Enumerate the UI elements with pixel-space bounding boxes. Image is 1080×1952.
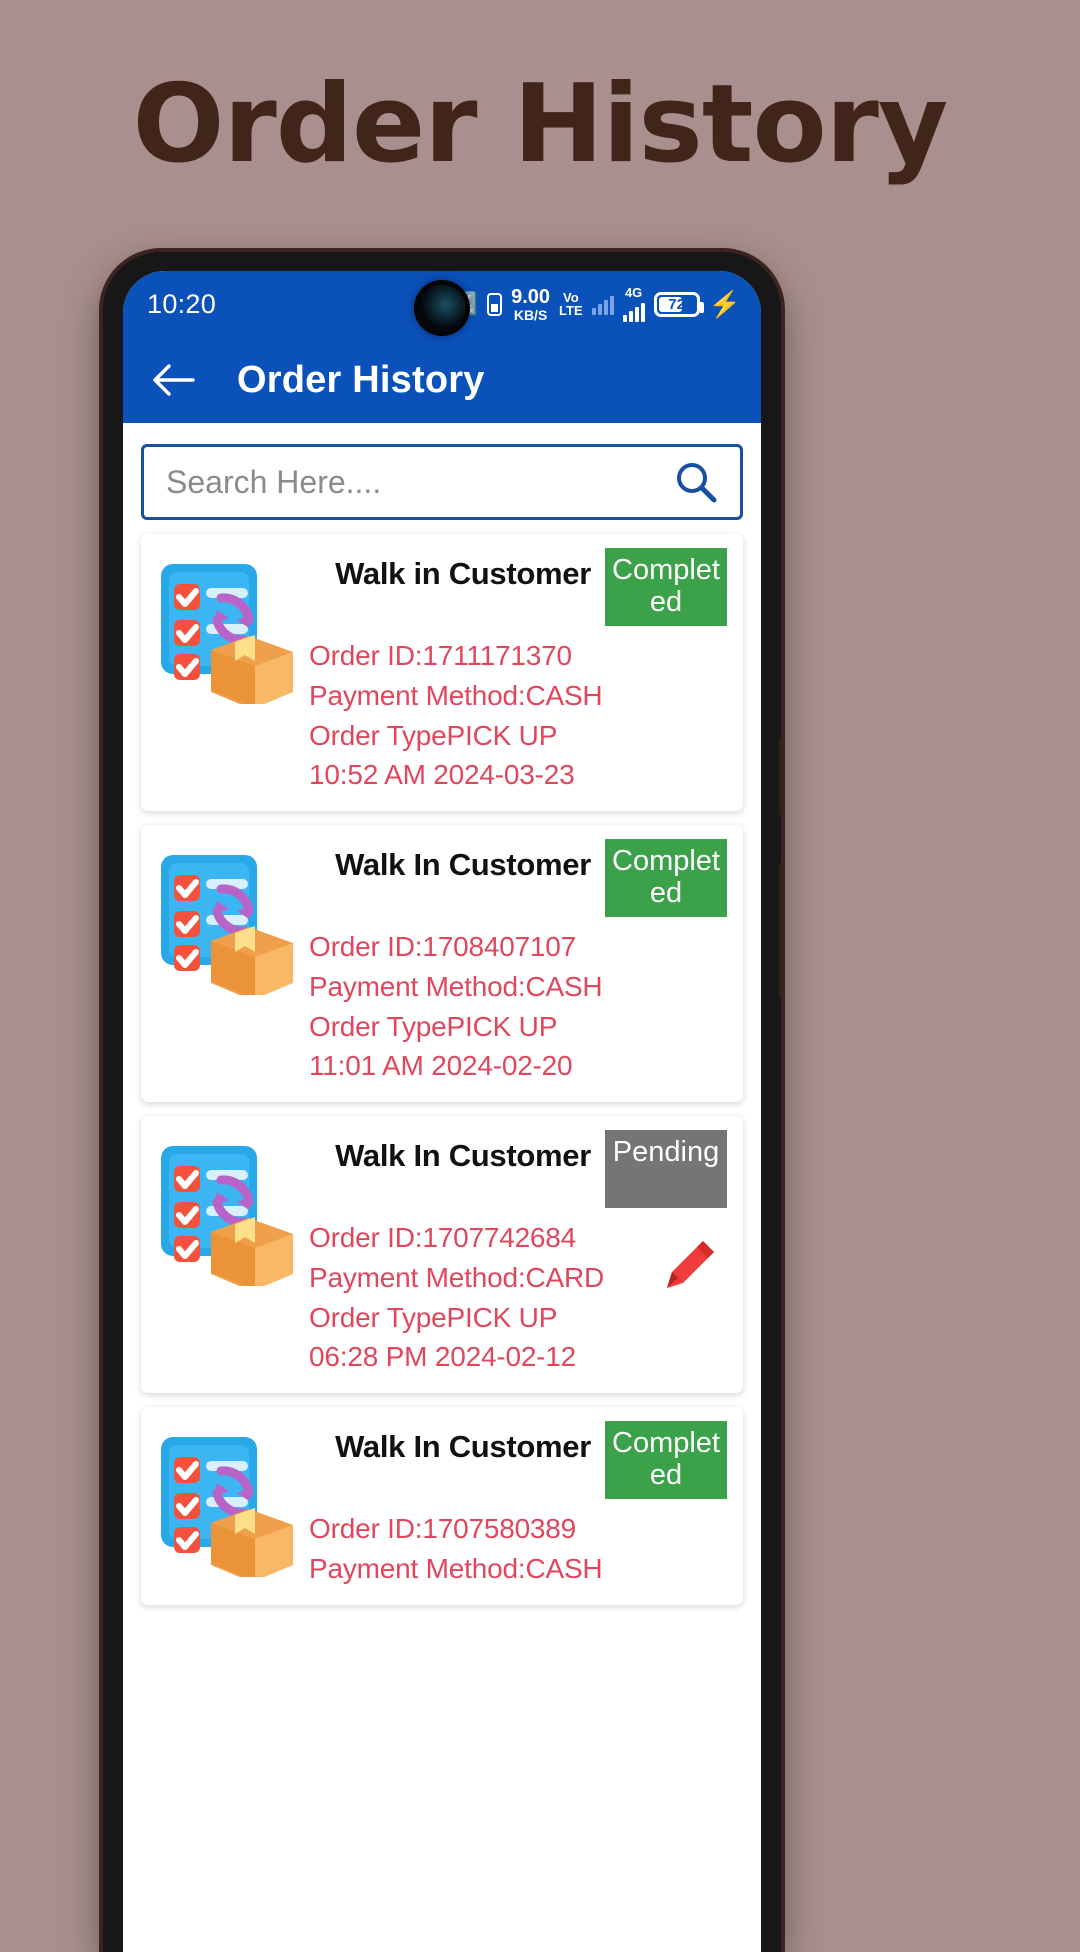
order-header: Walk In Customer Completed xyxy=(309,839,727,917)
customer-name: Walk In Customer xyxy=(335,1138,591,1173)
order-meta: Order ID:1711171370 Payment Method:CASH Or… xyxy=(309,636,727,795)
order-card[interactable]: Walk in Customer Completed Order ID:1711… xyxy=(141,534,743,811)
order-card[interactable]: Walk In Customer Completed Order ID:1707… xyxy=(141,1407,743,1605)
order-id-text: Order ID:1708407107 xyxy=(309,931,577,962)
order-card[interactable]: Walk In Customer Pending Order ID:170774… xyxy=(141,1116,743,1393)
order-thumbnail xyxy=(149,548,305,709)
power-button[interactable] xyxy=(778,862,781,998)
order-card[interactable]: Walk In Customer Completed Order ID:1708… xyxy=(141,825,743,1102)
page-title: Order History xyxy=(132,62,949,187)
phone-screen: 10:20 🔣 9.00 KB/S Vo LTE 4G xyxy=(123,271,761,1952)
customer-name: Walk In Customer xyxy=(335,1429,591,1464)
app-bar-title: Order History xyxy=(237,358,485,401)
order-id-text: Order ID:1711171370 xyxy=(309,640,572,671)
data-rate-indicator: 9.00 KB/S xyxy=(511,285,551,323)
order-timestamp-text: 10:52 AM 2024-03-23 xyxy=(309,759,575,791)
order-checklist-icon xyxy=(161,855,293,999)
phone-frame: 10:20 🔣 9.00 KB/S Vo LTE 4G xyxy=(103,252,781,1952)
status-bar: 10:20 🔣 9.00 KB/S Vo LTE 4G xyxy=(123,271,761,337)
back-button[interactable] xyxy=(149,356,197,404)
app-bar: Order History xyxy=(123,337,761,423)
edit-order-button[interactable] xyxy=(659,1234,721,1296)
payment-method-text: Payment Method:CASH xyxy=(309,679,603,711)
customer-name: Walk In Customer xyxy=(335,847,591,882)
order-checklist-icon xyxy=(161,1437,293,1581)
order-details: Walk In Customer Pending Order ID:170774… xyxy=(305,1130,727,1377)
order-meta: Order ID:1707580389 Payment Method:CASH xyxy=(309,1509,727,1589)
order-thumbnail xyxy=(149,839,305,1000)
status-clock: 10:20 xyxy=(147,288,217,319)
status-icons: 🔣 9.00 KB/S Vo LTE 4G xyxy=(451,286,741,322)
volume-button[interactable] xyxy=(778,738,781,816)
order-meta: Order ID:1708407107 Payment Method:CASH Or… xyxy=(309,927,727,1086)
payment-method-text: Payment Method:CASH xyxy=(309,1552,603,1584)
charging-bolt-icon: ⚡ xyxy=(708,289,741,319)
customer-name: Walk in Customer xyxy=(335,556,591,591)
search-input[interactable] xyxy=(166,463,674,501)
order-header: Walk In Customer Completed xyxy=(309,1421,727,1499)
status-badge: Completed xyxy=(605,548,727,626)
front-camera-punch-hole xyxy=(419,285,465,331)
signal-bars-sim1-icon xyxy=(591,293,614,315)
order-type-text: Order TypePICK UP xyxy=(309,719,558,751)
order-list: Walk in Customer Completed Order ID:1711… xyxy=(123,520,761,1605)
volte-icon: Vo LTE xyxy=(559,290,583,318)
status-badge: Pending xyxy=(605,1130,727,1208)
back-arrow-icon xyxy=(153,364,195,396)
payment-method-text: Payment Method:CASH xyxy=(309,970,603,1002)
order-timestamp-text: 06:28 PM 2024-02-12 xyxy=(309,1341,577,1373)
status-badge: Completed xyxy=(605,839,727,917)
bluetooth-device-battery-icon xyxy=(487,292,503,316)
order-details: Walk In Customer Completed Order ID:1707… xyxy=(305,1421,727,1589)
screen-content: Walk in Customer Completed Order ID:1711… xyxy=(123,423,761,1952)
search-box[interactable] xyxy=(141,444,743,520)
status-badge: Completed xyxy=(605,1421,727,1499)
order-checklist-icon xyxy=(161,1146,293,1290)
order-thumbnail xyxy=(149,1421,305,1582)
edit-pencil-icon[interactable] xyxy=(659,1234,721,1296)
search-icon[interactable] xyxy=(674,460,718,504)
order-header: Walk In Customer Pending xyxy=(309,1130,727,1208)
order-timestamp-text: 11:01 AM 2024-02-20 xyxy=(309,1050,573,1082)
search-section xyxy=(123,435,761,520)
order-details: Walk In Customer Completed Order ID:1708… xyxy=(305,839,727,1086)
order-type-text: Order TypePICK UP xyxy=(309,1010,558,1042)
order-id-text: Order ID:1707580389 xyxy=(309,1513,577,1544)
battery-icon: 72 xyxy=(653,291,704,317)
order-details: Walk in Customer Completed Order ID:1711… xyxy=(305,548,727,795)
signal-bars-sim2-icon: 4G xyxy=(622,286,645,322)
order-checklist-icon xyxy=(161,564,293,708)
order-thumbnail xyxy=(149,1130,305,1291)
order-type-text: Order TypePICK UP xyxy=(309,1301,558,1333)
order-header: Walk in Customer Completed xyxy=(309,548,727,626)
